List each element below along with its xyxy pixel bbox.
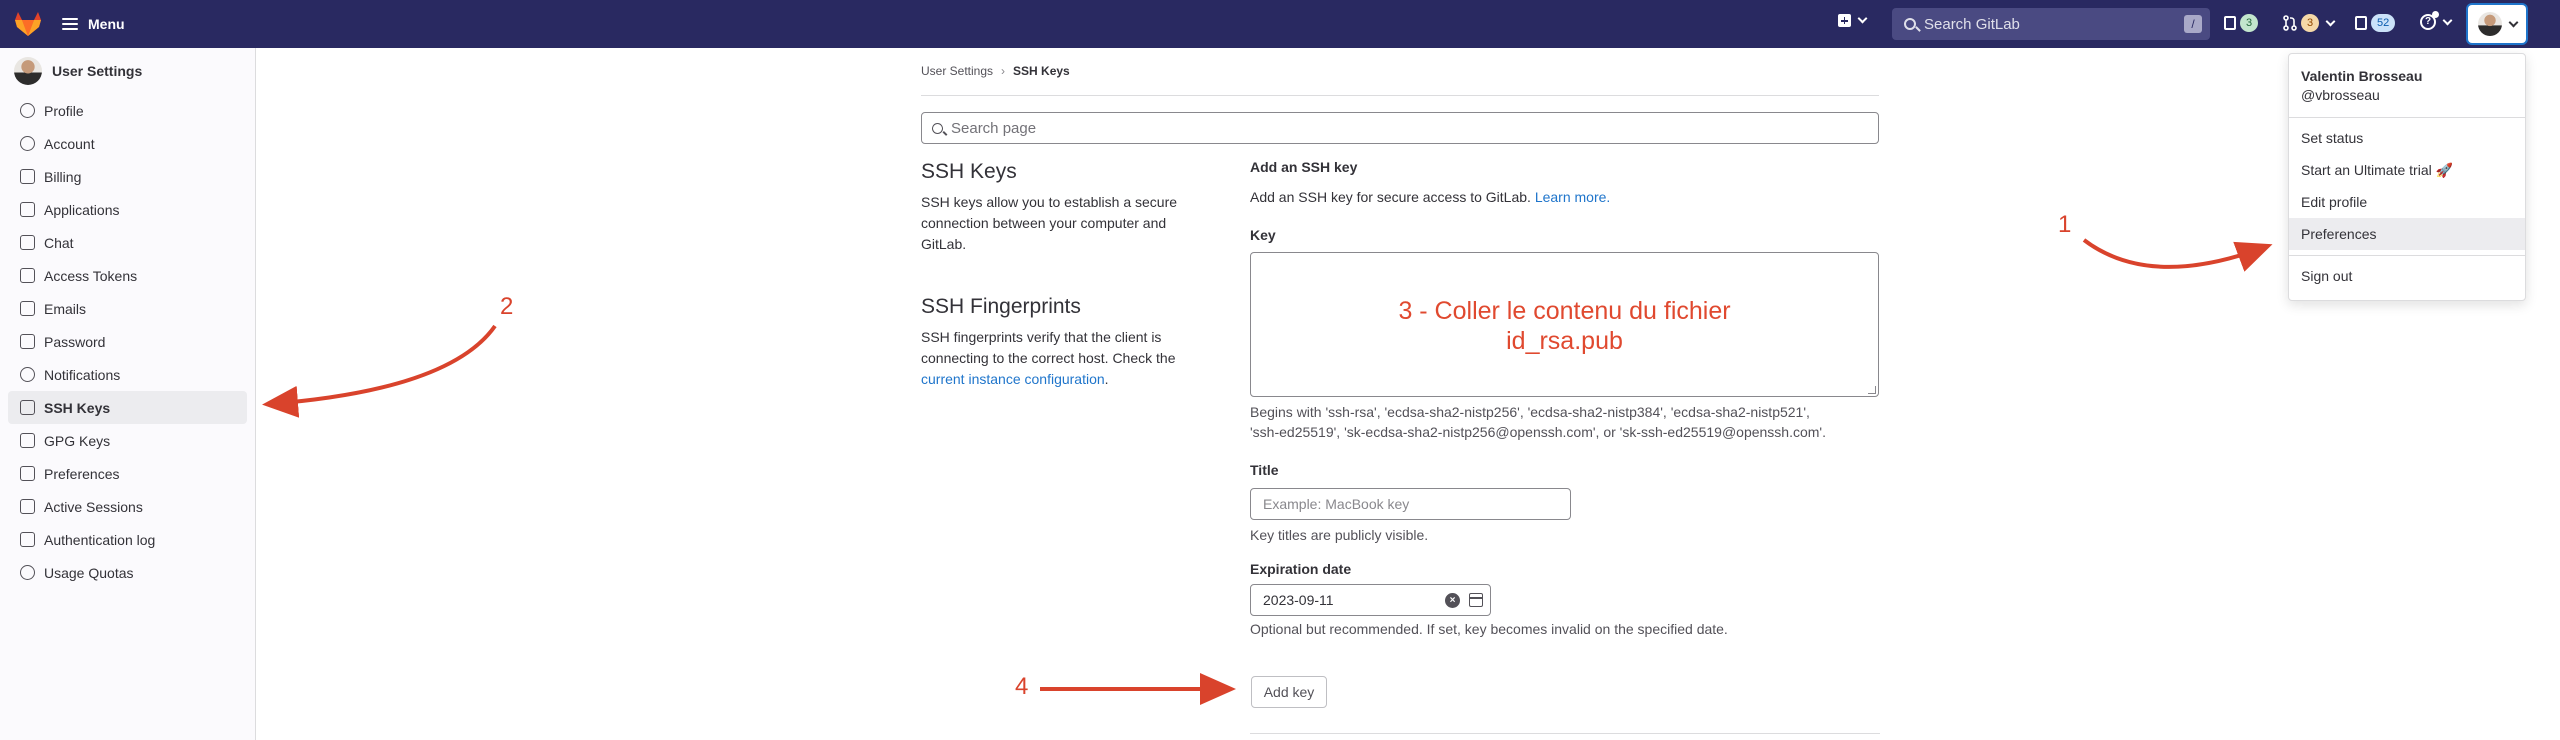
annotation-arrows	[262, 238, 2273, 705]
arrow-to-preferences	[2082, 238, 2273, 272]
arrow-to-ssh-keys	[262, 324, 497, 418]
